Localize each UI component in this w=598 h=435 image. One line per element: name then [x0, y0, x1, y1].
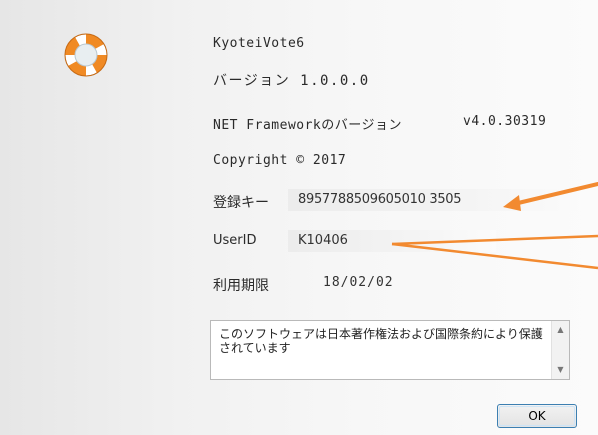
ok-button[interactable]: OK [497, 404, 577, 428]
copyright-notice-text: このソフトウェアは日本著作権法および国際条約により保護されています [219, 327, 543, 355]
user-id-label: UserID [213, 233, 257, 248]
about-dialog: KyoteiVote6 バージョン 1.0.0.0 NET Frameworkの… [0, 0, 598, 435]
registration-key-label: 登録キー [213, 195, 269, 211]
expiry-label: 利用期限 [213, 278, 269, 294]
copyright-text: Copyright © 2017 [213, 153, 347, 168]
expiry-value: 18/02/02 [323, 275, 394, 290]
registration-key-value: 8957788509605010 3505 [298, 192, 462, 207]
product-name: KyoteiVote6 [213, 36, 305, 51]
scroll-up-arrow-icon[interactable]: ▲ [552, 323, 569, 337]
scroll-down-arrow-icon[interactable]: ▼ [552, 363, 569, 377]
framework-label: NET Frameworkのバージョン [213, 118, 402, 133]
version-text: バージョン 1.0.0.0 [213, 73, 370, 89]
copyright-notice-box[interactable]: このソフトウェアは日本著作権法および国際条約により保護されています ▲ ▼ [210, 320, 570, 380]
framework-version: v4.0.30319 [463, 114, 547, 129]
life-ring-icon [62, 31, 110, 79]
notice-scrollbar[interactable]: ▲ ▼ [551, 321, 569, 379]
user-id-value: K10406 [298, 233, 348, 248]
